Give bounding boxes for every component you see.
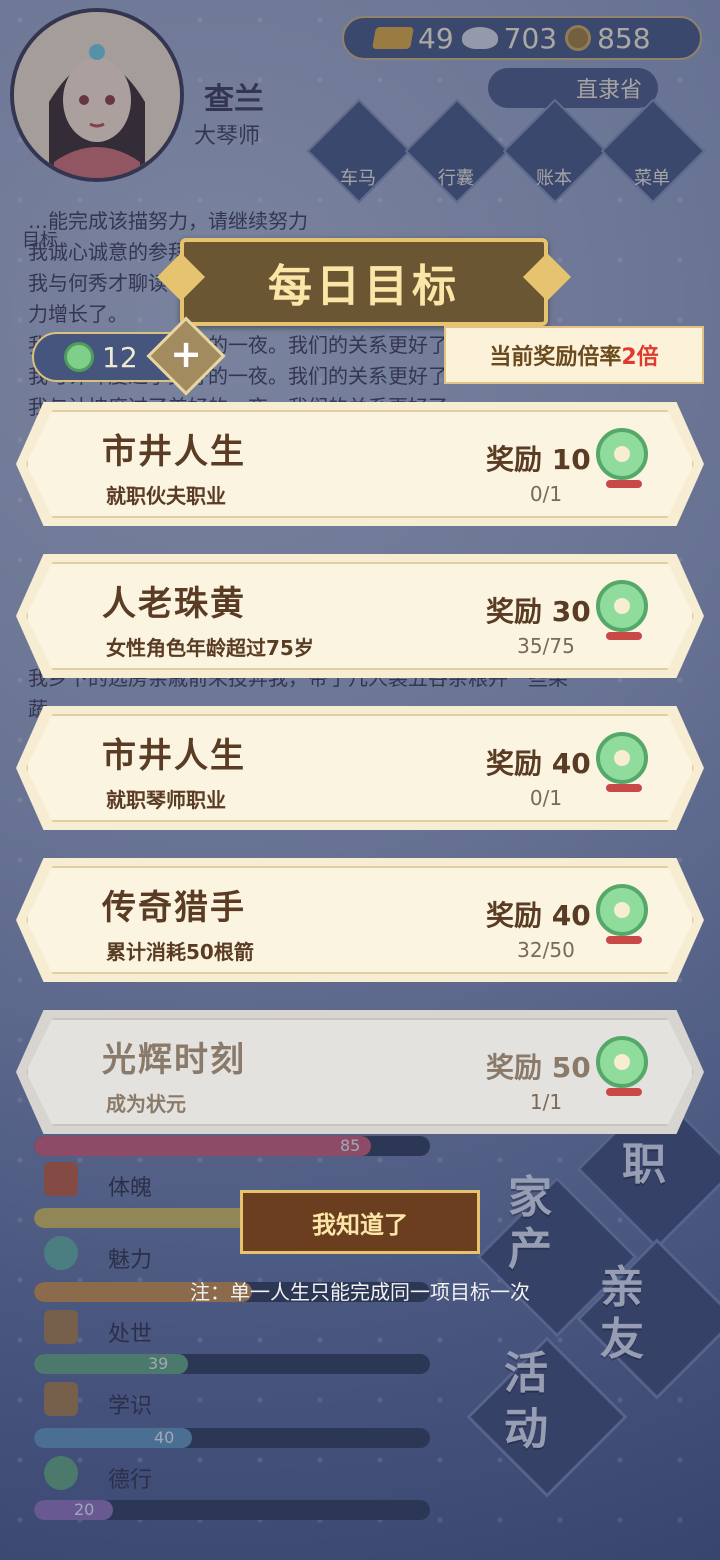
reward-multiplier: 当前奖励倍率 2倍 <box>444 326 704 384</box>
goal-card: 人老珠黄 女性角色年龄超过75岁 奖励 30 35/75 <box>16 554 704 678</box>
goal-card-completed: 光辉时刻 成为状元 奖励 50 1/1 <box>16 1010 704 1134</box>
jade-icon <box>596 732 648 784</box>
tassel-icon <box>606 936 642 944</box>
dialog-note: 注：单一人生只能完成同一项目标一次 <box>190 1280 530 1304</box>
goal-desc: 累计消耗50根箭 <box>106 940 254 964</box>
reward-amount: 40 <box>551 899 591 932</box>
reward-amount: 30 <box>551 595 591 628</box>
goal-progress: 32/50 <box>517 938 575 962</box>
acknowledge-button[interactable]: 我知道了 <box>240 1190 480 1254</box>
goal-title: 人老珠黄 <box>102 584 246 624</box>
goal-title: 市井人生 <box>102 736 246 776</box>
reward-amount: 10 <box>551 443 591 476</box>
goal-desc: 就职琴师职业 <box>106 788 226 812</box>
multiplier-label: 当前奖励倍率 <box>489 345 622 370</box>
jade-icon <box>64 342 94 372</box>
reward-label: 奖励 <box>486 1051 543 1084</box>
reward-label: 奖励 <box>486 443 543 476</box>
multiplier-value: 2倍 <box>621 345 659 370</box>
acknowledge-label: 我知道了 <box>312 1210 408 1239</box>
tassel-icon <box>606 632 642 640</box>
reward-label: 奖励 <box>486 747 543 780</box>
token-count: 12 <box>102 340 138 374</box>
goal-reward: 奖励 10 <box>486 438 591 478</box>
reward-amount: 40 <box>551 747 591 780</box>
goal-reward: 奖励 40 <box>486 742 591 782</box>
goal-title: 传奇猎手 <box>102 888 246 928</box>
reward-amount: 50 <box>551 1051 591 1084</box>
tassel-icon <box>606 480 642 488</box>
goal-card: 市井人生 就职伙夫职业 奖励 10 0/1 <box>16 402 704 526</box>
goal-title: 光辉时刻 <box>102 1040 246 1080</box>
jade-icon <box>596 1036 648 1088</box>
goal-desc: 女性角色年龄超过75岁 <box>106 636 314 660</box>
goal-progress: 0/1 <box>529 786 563 810</box>
goal-desc: 就职伙夫职业 <box>106 484 226 508</box>
goal-progress: 35/75 <box>517 634 575 658</box>
goal-card: 市井人生 就职琴师职业 奖励 40 0/1 <box>16 706 704 830</box>
reward-label: 奖励 <box>486 899 543 932</box>
tassel-icon <box>606 784 642 792</box>
tassel-icon <box>606 1088 642 1096</box>
goal-reward: 奖励 50 <box>486 1046 591 1086</box>
dialog-title: 每日目标 <box>180 238 548 326</box>
goal-desc: 成为状元 <box>106 1092 186 1116</box>
goal-progress: 1/1 <box>529 1090 563 1114</box>
goal-progress: 0/1 <box>529 482 563 506</box>
goal-card: 传奇猎手 累计消耗50根箭 奖励 40 32/50 <box>16 858 704 982</box>
jade-icon <box>596 428 648 480</box>
goal-reward: 奖励 40 <box>486 894 591 934</box>
goal-reward: 奖励 30 <box>486 590 591 630</box>
jade-icon <box>596 580 648 632</box>
goal-title: 市井人生 <box>102 432 246 472</box>
jade-icon <box>596 884 648 936</box>
reward-label: 奖励 <box>486 595 543 628</box>
plus-icon: + <box>170 332 202 376</box>
